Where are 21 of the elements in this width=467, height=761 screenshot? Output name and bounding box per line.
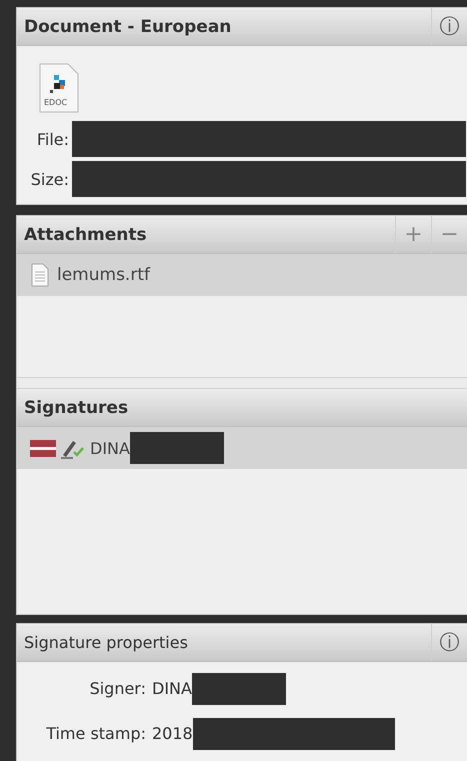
attachment-item[interactable]: lemums.rtf	[17, 254, 467, 296]
document-icon	[31, 263, 49, 288]
field-label: Signer:	[88, 679, 146, 698]
field-value: 2018	[152, 724, 193, 743]
panel-title: Signature properties	[23, 632, 189, 654]
panel-title: Attachments	[23, 224, 148, 247]
info-button[interactable]: ⓘ	[431, 624, 467, 661]
flag-icon	[30, 440, 56, 457]
signature-item[interactable]: DINA	[17, 427, 467, 470]
file-type-label: EDOC	[44, 99, 68, 107]
signer-name: DINA	[90, 438, 130, 458]
field-label: Time stamp:	[45, 724, 146, 743]
panel-title: Document - European	[23, 16, 232, 38]
splitter-handle[interactable]	[17, 377, 467, 390]
field-value: DINA	[152, 679, 192, 698]
field-label: Size:	[30, 170, 69, 188]
attachment-name: lemums.rtf	[57, 265, 150, 286]
edoc-file-icon	[39, 63, 79, 113]
info-button[interactable]: ⓘ	[431, 8, 467, 45]
panel-title: Signatures	[23, 396, 130, 420]
field-label: File:	[36, 130, 69, 148]
